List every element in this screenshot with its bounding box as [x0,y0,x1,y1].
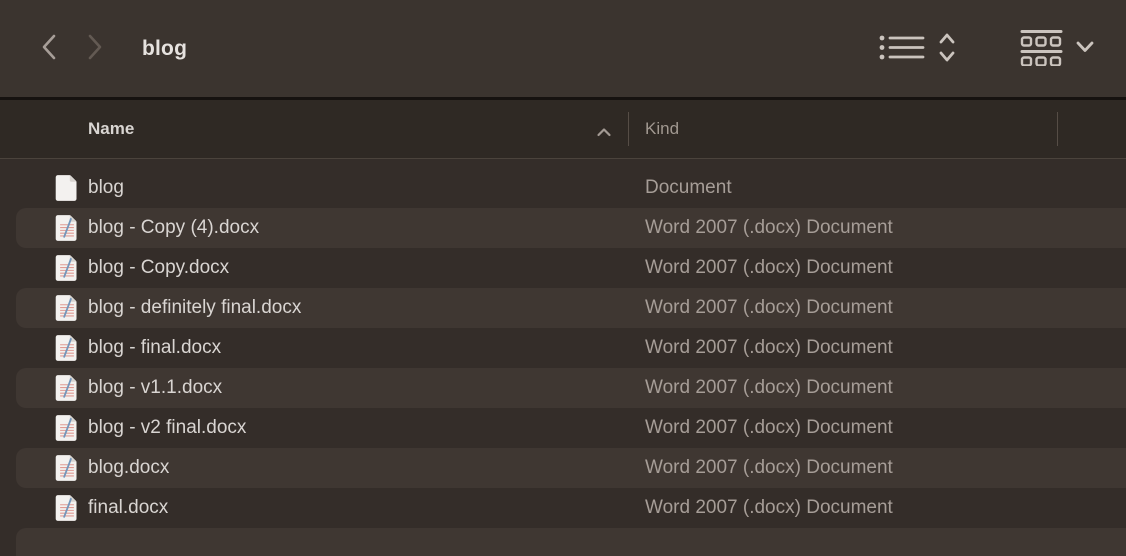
docx-document-icon [54,414,80,442]
file-row[interactable]: blog.docx Word 2007 (.docx) Document [0,448,1126,488]
file-name: blog - Copy.docx [88,248,229,288]
group-menu-button[interactable] [1020,29,1094,69]
file-kind: Word 2007 (.docx) Document [645,208,893,248]
chevron-left-icon [40,34,57,63]
file-name: blog - v2 final.docx [88,408,246,448]
docx-document-icon [54,454,80,482]
file-name: final.docx [88,488,168,528]
file-name: blog - v1.1.docx [88,368,222,408]
file-kind: Word 2007 (.docx) Document [645,448,893,488]
column-resize-handle[interactable] [628,112,629,146]
file-kind: Word 2007 (.docx) Document [645,368,893,408]
back-button[interactable] [40,34,57,63]
finder-window: blog [0,0,1126,556]
file-name: blog [88,168,124,208]
file-row[interactable]: blog - Copy (4).docx Word 2007 (.docx) D… [0,208,1126,248]
docx-document-icon [54,374,80,402]
file-kind: Word 2007 (.docx) Document [645,408,893,448]
list-view-icon [879,34,925,64]
docx-document-icon [54,334,80,362]
chevron-right-icon [87,34,104,63]
forward-button[interactable] [87,34,104,63]
chevron-down-icon [1076,41,1094,56]
grouped-grid-icon [1020,29,1063,69]
toolbar: blog [0,0,1126,100]
file-row[interactable]: final.docx Word 2007 (.docx) Document [0,488,1126,528]
file-name: blog - Copy (4).docx [88,208,259,248]
file-row[interactable]: blog - definitely final.docx Word 2007 (… [0,288,1126,328]
file-name: blog - final.docx [88,328,221,368]
file-kind: Word 2007 (.docx) Document [645,328,893,368]
plain-document-icon [54,174,80,202]
sort-asc-icon [596,124,612,142]
view-switcher-button[interactable] [879,32,956,66]
column-header-name[interactable]: Name [88,100,134,158]
file-row[interactable]: blog - v1.1.docx Word 2007 (.docx) Docum… [0,368,1126,408]
docx-document-icon [54,294,80,322]
file-row[interactable]: blog - Copy.docx Word 2007 (.docx) Docum… [0,248,1126,288]
file-row[interactable]: blog - v2 final.docx Word 2007 (.docx) D… [0,408,1126,448]
docx-document-icon [54,254,80,282]
window-title: blog [142,37,187,61]
column-resize-handle[interactable] [1057,112,1058,146]
file-row[interactable]: blog - final.docx Word 2007 (.docx) Docu… [0,328,1126,368]
file-kind: Word 2007 (.docx) Document [645,248,893,288]
docx-document-icon [54,214,80,242]
file-kind: Word 2007 (.docx) Document [645,488,893,528]
column-header-row: Name Kind [0,100,1126,159]
file-name: blog - definitely final.docx [88,288,301,328]
file-name: blog.docx [88,448,169,488]
file-kind: Word 2007 (.docx) Document [645,288,893,328]
file-row[interactable]: blog Document [0,168,1126,208]
up-down-chevrons-icon [938,32,956,66]
column-header-kind[interactable]: Kind [645,100,679,158]
file-list: blog Document blog - Copy (4).docx Word … [0,159,1126,556]
file-kind: Document [645,168,732,208]
docx-document-icon [54,494,80,522]
